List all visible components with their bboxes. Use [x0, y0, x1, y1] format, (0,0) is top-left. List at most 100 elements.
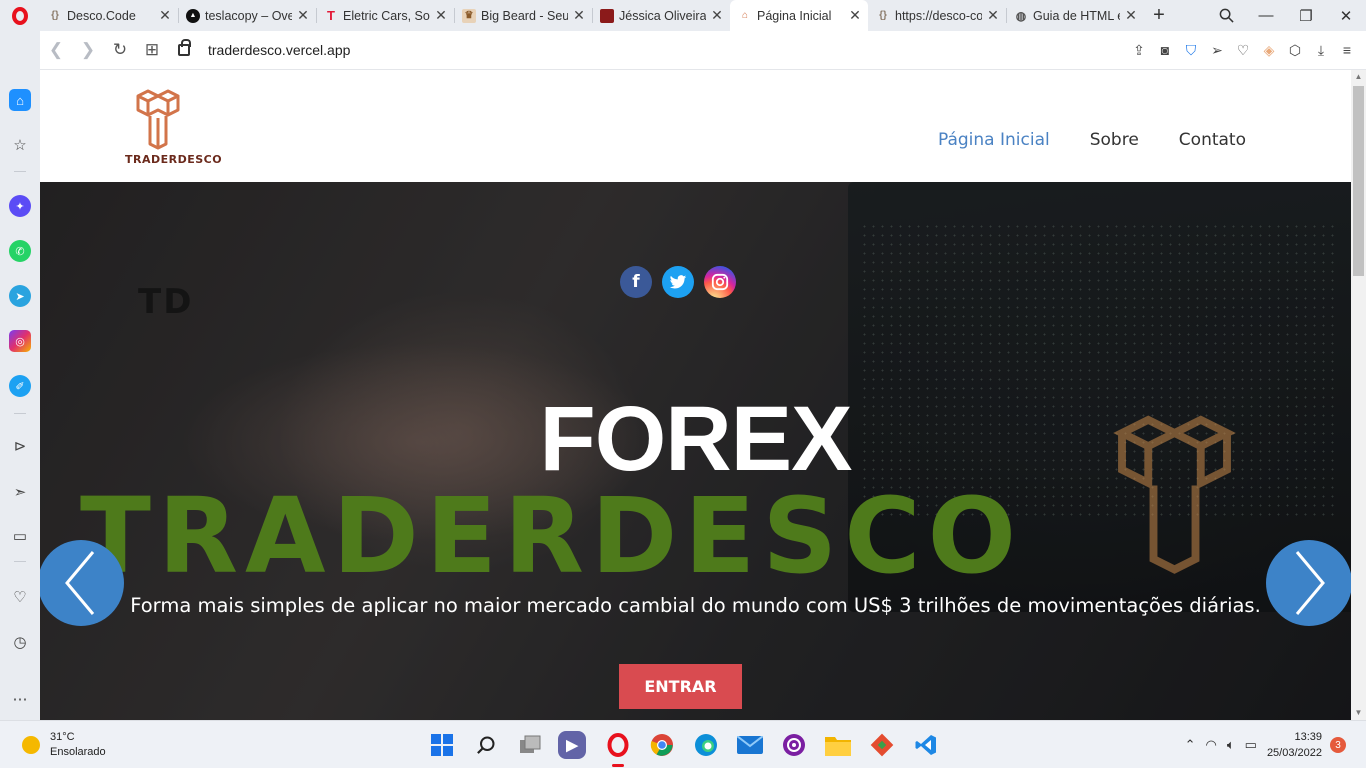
tab-search-icon[interactable] [1206, 0, 1246, 31]
volume-icon[interactable]: 🔈︎ [1227, 737, 1235, 753]
barber-logo-icon: ♛ [462, 8, 476, 23]
tab-eletric-cars[interactable]: T Eletric Cars, Sola ✕ [316, 0, 454, 31]
vercel-triangle-icon: ▲ [186, 8, 200, 23]
whatsapp-icon[interactable]: ✆ [9, 240, 31, 262]
download-icon[interactable]: ⤓ [1308, 42, 1334, 59]
edge-icon[interactable] [690, 729, 722, 761]
close-icon[interactable]: ✕ [158, 7, 172, 24]
messenger-icon[interactable]: ✦ [9, 195, 31, 217]
clock-date: 25/03/2022 [1266, 747, 1322, 759]
share-icon[interactable]: ⇪ [1126, 42, 1152, 59]
weather-desc: Ensolarado [50, 746, 106, 758]
new-tab-button[interactable]: + [1144, 0, 1174, 31]
carousel-prev-button[interactable] [40, 540, 124, 626]
close-window-button[interactable]: ✕ [1326, 0, 1366, 31]
lock-icon [178, 39, 191, 56]
system-tray: ⌃ ◠ 🔈︎ ▭ 13:39 25/03/2022 3 [1185, 721, 1366, 769]
url-field[interactable]: traderdesco.vercel.app [178, 39, 1126, 58]
scroll-thumb[interactable] [1353, 86, 1364, 276]
tab-overview-icon[interactable]: ⊞ [136, 34, 168, 66]
weather-widget[interactable]: 31°C Ensolarado [22, 730, 106, 760]
close-icon[interactable]: ✕ [848, 7, 862, 24]
instagram-icon[interactable]: ◎ [9, 330, 31, 352]
extension-cube-icon[interactable]: ◈ [1256, 42, 1282, 59]
scroll-up-arrow[interactable]: ▲ [1351, 70, 1366, 84]
file-explorer-icon[interactable] [822, 729, 854, 761]
chevron-left-icon [65, 551, 95, 615]
mail-icon[interactable] [734, 729, 766, 761]
more-icon[interactable]: ⋯ [9, 688, 31, 710]
close-icon[interactable]: ✕ [434, 7, 448, 24]
close-icon[interactable]: ✕ [1124, 7, 1138, 24]
restore-button[interactable]: ❐ [1286, 0, 1326, 31]
battery-icon[interactable]: ▭ [1245, 737, 1257, 753]
notification-badge[interactable]: 3 [1330, 737, 1346, 753]
twitter-icon[interactable]: ✐ [9, 375, 31, 397]
telegram-icon[interactable]: ➤ [9, 285, 31, 307]
box-icon[interactable]: ⬡ [1282, 42, 1308, 59]
clock-time: 13:39 [1294, 731, 1322, 743]
minimize-button[interactable]: — [1246, 0, 1286, 31]
hero-carousel: TD f FOREX TRADERDESCO Forma mais simple… [40, 182, 1351, 720]
tab-pagina-inicial[interactable]: ⌂ Página Inicial ✕ [730, 0, 868, 31]
vscode-icon[interactable] [910, 729, 942, 761]
close-icon[interactable]: ✕ [572, 7, 586, 24]
easy-setup-icon[interactable]: ≡ [1334, 42, 1360, 58]
tab-jessica-oliveira[interactable]: Jéssica Oliveira ✕ [592, 0, 730, 31]
send-icon[interactable]: ➢ [1204, 42, 1230, 59]
back-button[interactable]: ❮ [40, 34, 72, 66]
teams-chat-icon[interactable]: ▶ [558, 731, 586, 759]
browser-tab-strip: {} Desco.Code ✕ ▲ teslacopy – Ove ✕ T El… [0, 0, 1366, 31]
opera-taskbar-icon[interactable] [602, 729, 634, 767]
send-icon[interactable]: ➣ [9, 481, 31, 503]
close-icon[interactable]: ✕ [710, 7, 724, 24]
enter-button[interactable]: ENTRAR [619, 664, 742, 709]
forward-button[interactable]: ❯ [72, 34, 104, 66]
home-icon[interactable]: ⌂ [9, 89, 31, 111]
search-icon[interactable] [470, 729, 502, 761]
wallet-icon[interactable]: ▭ [9, 525, 31, 547]
system-clock[interactable]: 13:39 25/03/2022 [1267, 729, 1322, 761]
tab-teslacopy[interactable]: ▲ teslacopy – Ove ✕ [178, 0, 316, 31]
twitter-icon[interactable] [662, 266, 694, 298]
tab-desco-co[interactable]: {} https://desco-co ✕ [868, 0, 1006, 31]
code-brackets-icon: {} [51, 10, 59, 21]
close-icon[interactable]: ✕ [986, 7, 1000, 24]
player-icon[interactable]: ⊳ [9, 435, 31, 457]
main-nav: Página Inicial Sobre Contato [938, 130, 1246, 150]
web-page: TRADERDESCO Página Inicial Sobre Contato… [40, 70, 1351, 720]
chevron-right-icon [1295, 551, 1325, 615]
nav-sobre[interactable]: Sobre [1090, 130, 1139, 150]
portrait-icon [600, 8, 614, 23]
chevron-up-icon[interactable]: ⌃ [1185, 737, 1196, 753]
nav-contato[interactable]: Contato [1179, 130, 1246, 150]
scroll-down-arrow[interactable]: ▼ [1351, 706, 1366, 720]
nav-pagina-inicial[interactable]: Página Inicial [938, 130, 1050, 150]
chrome-icon[interactable] [646, 729, 678, 761]
task-view-icon[interactable] [514, 729, 546, 761]
wifi-icon[interactable]: ◠ [1205, 737, 1216, 753]
tab-title: Desco.Code [67, 8, 136, 23]
reload-button[interactable]: ↻ [104, 34, 136, 66]
page-scrollbar[interactable]: ▲ ▼ [1351, 70, 1366, 720]
vpn-shield-icon[interactable]: ⛉ [1178, 42, 1204, 59]
globe-icon: ◍ [1015, 8, 1027, 23]
carousel-next-button[interactable] [1266, 540, 1351, 626]
tab-big-beard[interactable]: ♛ Big Beard - Seu ✕ [454, 0, 592, 31]
tab-guia-html[interactable]: ◍ Guia de HTML e ✕ [1006, 0, 1144, 31]
windows-start-icon[interactable] [426, 729, 458, 761]
heart-icon[interactable]: ♡ [9, 586, 31, 608]
url-text: traderdesco.vercel.app [208, 42, 351, 58]
podcast-app-icon[interactable] [778, 729, 810, 761]
camera-icon[interactable]: ◙ [1152, 42, 1178, 58]
git-icon[interactable] [866, 729, 898, 761]
heart-icon[interactable]: ♡ [1230, 42, 1256, 59]
instagram-icon[interactable] [704, 266, 736, 298]
tab-desco-code[interactable]: {} Desco.Code ✕ [40, 0, 178, 31]
facebook-icon[interactable]: f [620, 266, 652, 298]
tesla-logo-icon: T [327, 8, 335, 23]
history-clock-icon[interactable]: ◷ [9, 631, 31, 653]
star-icon[interactable]: ☆ [9, 134, 31, 156]
opera-menu-icon[interactable] [0, 0, 40, 31]
close-icon[interactable]: ✕ [296, 7, 310, 24]
